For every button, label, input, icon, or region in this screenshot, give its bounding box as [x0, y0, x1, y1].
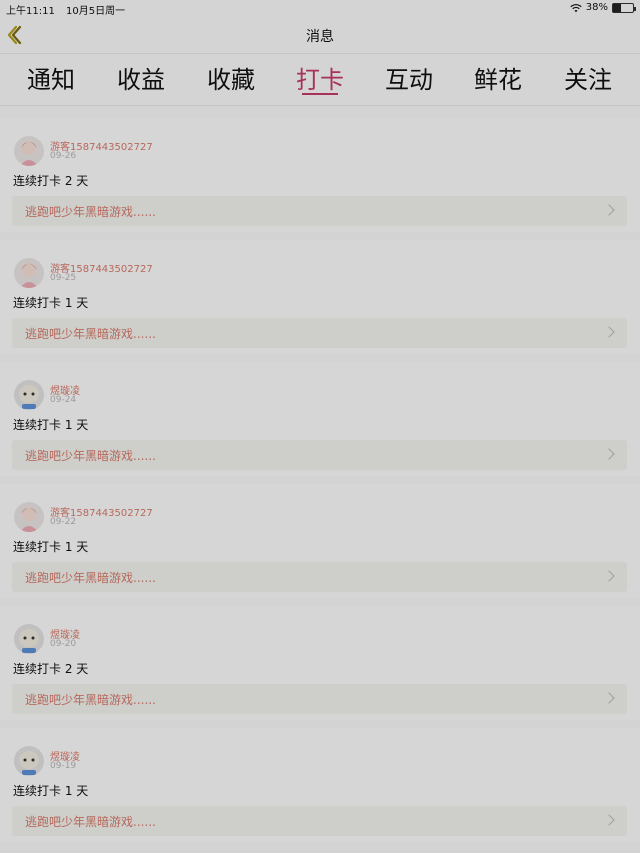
list-item: 煜璇凌 09-24 连续打卡 1 天 逃跑吧少年黑暗游戏......	[0, 362, 640, 476]
tab-bar: 通知 收益 收藏 打卡 互动 鲜花 关注	[0, 54, 640, 106]
list-item: 游客1587443502727 09-22 连续打卡 1 天 逃跑吧少年黑暗游戏…	[0, 484, 640, 598]
page-title: 消息	[306, 29, 334, 45]
checkin-text: 连续打卡 1 天	[13, 784, 89, 798]
app-screen: 上午11:11 10月5日周一 38% 消息 通知 收益 收藏 打卡 互动 鲜花	[0, 0, 640, 853]
girl-avatar-icon	[20, 141, 38, 166]
chevron-right-icon	[603, 326, 615, 338]
list-item: 游客1587443502727 09-25 连续打卡 1 天 逃跑吧少年黑暗游戏…	[0, 240, 640, 354]
sheep-avatar-icon	[19, 385, 39, 409]
tab-notifications[interactable]: 通知	[6, 60, 96, 95]
game-title: 逃跑吧少年黑暗游戏......	[25, 571, 156, 585]
tab-checkin[interactable]: 打卡	[275, 60, 365, 95]
checkin-text: 连续打卡 1 天	[13, 418, 89, 432]
game-link[interactable]: 逃跑吧少年黑暗游戏......	[12, 562, 627, 592]
chevron-right-icon	[603, 814, 615, 826]
game-link[interactable]: 逃跑吧少年黑暗游戏......	[12, 806, 627, 836]
chevron-right-icon	[603, 570, 615, 582]
avatar[interactable]	[14, 136, 44, 166]
game-title: 逃跑吧少年黑暗游戏......	[25, 815, 156, 829]
avatar[interactable]	[14, 380, 44, 410]
chevron-right-icon	[603, 448, 615, 460]
battery-icon	[612, 2, 636, 13]
game-title: 逃跑吧少年黑暗游戏......	[25, 327, 156, 341]
status-right: 38%	[570, 2, 636, 13]
battery-percent: 38%	[585, 2, 608, 13]
sheep-avatar-icon	[19, 629, 39, 653]
wifi-icon	[570, 3, 582, 12]
avatar[interactable]	[14, 746, 44, 776]
game-title: 逃跑吧少年黑暗游戏......	[25, 693, 156, 707]
item-date: 09-26	[50, 151, 77, 161]
chevron-right-icon	[603, 204, 615, 216]
girl-avatar-icon	[20, 507, 38, 532]
avatar[interactable]	[14, 502, 44, 532]
checkin-text: 连续打卡 2 天	[13, 662, 89, 676]
active-tab-underline	[302, 93, 338, 95]
list-item: 煜璇凌 09-19 连续打卡 1 天 逃跑吧少年黑暗游戏......	[0, 728, 640, 842]
item-date: 09-20	[50, 639, 77, 649]
checkin-text: 连续打卡 1 天	[13, 540, 89, 554]
checkin-list: 游客1587443502727 09-26 连续打卡 2 天 逃跑吧少年黑暗游戏…	[0, 118, 640, 850]
game-title: 逃跑吧少年黑暗游戏......	[25, 449, 156, 463]
avatar[interactable]	[14, 258, 44, 288]
battery-fill	[613, 3, 621, 12]
checkin-text: 连续打卡 1 天	[13, 296, 89, 310]
game-link[interactable]: 逃跑吧少年黑暗游戏......	[12, 318, 627, 348]
tab-favorites[interactable]: 收藏	[186, 60, 276, 95]
game-link[interactable]: 逃跑吧少年黑暗游戏......	[12, 684, 627, 714]
list-item: 煜璇凌 09-20 连续打卡 2 天 逃跑吧少年黑暗游戏......	[0, 606, 640, 720]
tab-earnings[interactable]: 收益	[96, 60, 186, 95]
list-item: 游客1587443502727 09-26 连续打卡 2 天 逃跑吧少年黑暗游戏…	[0, 118, 640, 232]
sheep-avatar-icon	[19, 751, 39, 775]
nav-bar: 消息	[0, 16, 640, 54]
girl-avatar-icon	[20, 263, 38, 288]
game-title: 逃跑吧少年黑暗游戏......	[25, 205, 156, 219]
item-date: 09-19	[50, 761, 77, 771]
tab-interactions[interactable]: 互动	[364, 60, 454, 95]
status-left: 上午11:11 10月5日周一	[6, 2, 125, 17]
avatar[interactable]	[14, 624, 44, 654]
tab-flowers[interactable]: 鲜花	[453, 60, 543, 95]
game-link[interactable]: 逃跑吧少年黑暗游戏......	[12, 440, 627, 470]
game-link[interactable]: 逃跑吧少年黑暗游戏......	[12, 196, 627, 226]
tab-following[interactable]: 关注	[543, 60, 633, 95]
chevron-right-icon	[603, 692, 615, 704]
status-bar: 上午11:11 10月5日周一 38%	[0, 0, 640, 17]
item-date: 09-25	[50, 273, 77, 283]
checkin-text: 连续打卡 2 天	[13, 174, 89, 188]
item-date: 09-22	[50, 517, 77, 527]
item-date: 09-24	[50, 395, 77, 405]
